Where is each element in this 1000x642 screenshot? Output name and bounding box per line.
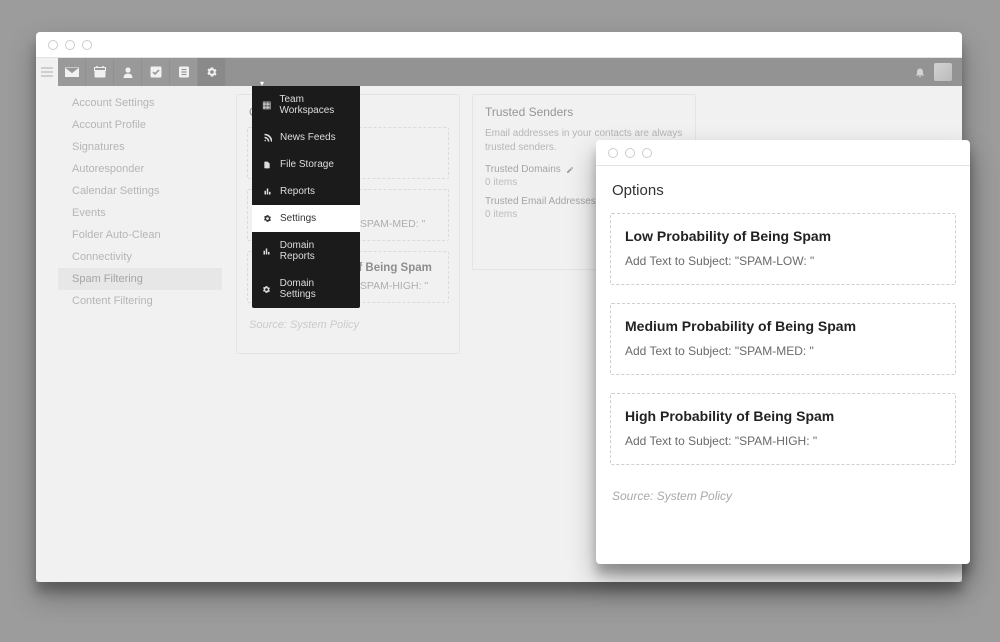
sidebar-item[interactable]: Account Profile	[58, 114, 222, 136]
sidebar-item[interactable]: Signatures	[58, 136, 222, 158]
card-heading: Medium Probability of Being Spam	[625, 318, 941, 334]
card-subtext: Add Text to Subject: "SPAM-HIGH: "	[625, 434, 941, 448]
file-icon	[262, 160, 272, 170]
toolbar-settings[interactable]	[198, 58, 226, 86]
chart-icon	[262, 187, 272, 197]
sidebar-item[interactable]: Calendar Settings	[58, 180, 222, 202]
spam-option-card-low[interactable]: Low Probability of Being Spam Add Text t…	[610, 213, 956, 285]
gear-dropdown-menu: ▦Team Workspaces News Feeds File Storage…	[252, 86, 360, 308]
edit-icon[interactable]	[566, 166, 574, 174]
sidebar-item[interactable]: Account Settings	[58, 92, 222, 114]
menu-item-team-workspaces[interactable]: ▦Team Workspaces	[252, 86, 360, 124]
popup-titlebar	[596, 140, 970, 166]
popup-source-note: Source: System Policy	[610, 483, 956, 513]
menu-item-news-feeds[interactable]: News Feeds	[252, 124, 360, 151]
card-subtext: Add Text to Subject: "SPAM-MED: "	[625, 344, 941, 358]
menu-item-reports[interactable]: Reports	[252, 178, 360, 205]
traffic-light-close[interactable]	[48, 40, 58, 50]
sidebar-item[interactable]: Events	[58, 202, 222, 224]
card-heading: High Probability of Being Spam	[625, 408, 941, 424]
card-subtext: Add Text to Subject: "SPAM-LOW: "	[625, 254, 941, 268]
panel-title: Trusted Senders	[473, 95, 695, 127]
toolbar-notes[interactable]	[170, 58, 198, 86]
traffic-light-max[interactable]	[642, 148, 652, 158]
traffic-light-close[interactable]	[608, 148, 618, 158]
window-titlebar	[36, 32, 962, 58]
menu-item-domain-settings[interactable]: Domain Settings	[252, 270, 360, 308]
menu-item-settings[interactable]: Settings	[252, 205, 360, 232]
traffic-light-min[interactable]	[65, 40, 75, 50]
source-note: Source: System Policy	[237, 313, 459, 341]
gear-icon	[262, 214, 272, 224]
toolbar-contacts[interactable]	[114, 58, 142, 86]
hamburger-icon[interactable]	[38, 60, 56, 84]
menu-item-domain-reports[interactable]: Domain Reports	[252, 232, 360, 270]
sidebar-item[interactable]: Folder Auto-Clean	[58, 224, 222, 246]
sidebar-item[interactable]: Autoresponder	[58, 158, 222, 180]
toolbar-mail[interactable]	[58, 58, 86, 86]
chart-icon	[262, 246, 272, 256]
menu-item-file-storage[interactable]: File Storage	[252, 151, 360, 178]
sidebar-item-spam-filtering[interactable]: Spam Filtering	[58, 268, 222, 290]
traffic-light-max[interactable]	[82, 40, 92, 50]
card-heading: Low Probability of Being Spam	[625, 228, 941, 244]
toolbar-tasks[interactable]	[142, 58, 170, 86]
grid-icon: ▦	[262, 100, 271, 110]
sidebar-item[interactable]: Content Filtering	[58, 290, 222, 312]
sidebar-item[interactable]: Connectivity	[58, 246, 222, 268]
options-popup-window: Options Low Probability of Being Spam Ad…	[596, 140, 970, 564]
spam-option-card-high[interactable]: High Probability of Being Spam Add Text …	[610, 393, 956, 465]
spam-option-card-medium[interactable]: Medium Probability of Being Spam Add Tex…	[610, 303, 956, 375]
gear-icon	[262, 284, 272, 294]
traffic-light-min[interactable]	[625, 148, 635, 158]
chevron-down-icon: ▾	[260, 79, 264, 88]
top-toolbar	[58, 58, 962, 86]
toolbar-calendar[interactable]	[86, 58, 114, 86]
popup-title: Options	[610, 180, 956, 213]
notifications-icon[interactable]	[914, 66, 926, 78]
user-avatar[interactable]	[934, 63, 952, 81]
rss-icon	[262, 133, 272, 143]
settings-sidebar: Account Settings Account Profile Signatu…	[58, 92, 222, 312]
